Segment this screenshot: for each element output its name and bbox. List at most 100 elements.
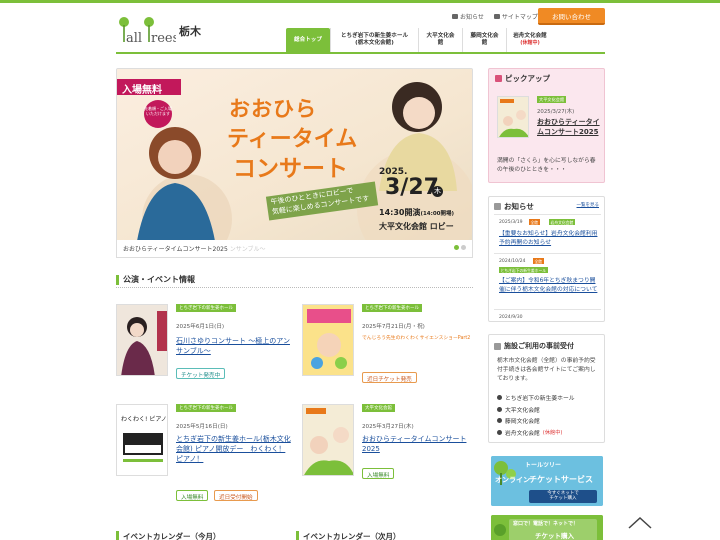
pickup-date: 2025/3/27(木) [537,109,575,115]
event-venue-tag: 大平文化会館 [362,404,395,412]
svg-text:rees: rees [151,31,176,44]
event-card[interactable]: 大平文化会館 2025年3月27日(木) おおひらティータイムコンサート2025… [302,404,480,504]
slider-dots [454,245,466,250]
news-tag: とちぎ岩下の新生姜ホール [499,267,548,273]
news-tag: 全館 [529,219,540,225]
event-title-link[interactable]: でんじろう先生のわくわくサイエンスショーPart2 [362,336,478,343]
reservation-venue-link[interactable]: 大平文化会館 [497,404,601,416]
event-photo [117,305,167,375]
city-label: 栃木 [179,25,201,38]
contact-button[interactable]: お問い合わせ [538,8,605,25]
news-more-link[interactable]: 一覧を見る [577,202,600,208]
bullet-icon [497,395,502,401]
megaphone-icon [452,14,458,19]
news-heading: お知らせ [494,201,534,212]
bullet-icon [497,406,502,412]
event-card[interactable]: とちぎ岩下の新生姜ホール 2025年7月21日(月・祝) でんじろう先生のわくわ… [302,304,480,404]
banner-buy-button: 今すぐネットで チケット購入 [547,491,579,502]
event-thumbnail[interactable] [302,304,354,376]
news-tag: 全館 [533,258,544,264]
divider [494,309,601,310]
event-date: 2025年3月27日(木) [362,424,414,430]
events-section-heading: 公演・イベント情報 [116,272,473,288]
tall-trees-logo-icon: all rees [119,17,176,44]
hero-date: 3/27 [385,175,439,200]
event-status-badge: 近日受付開始 [214,490,258,501]
event-thumbnail[interactable] [302,404,354,476]
ticket-purchase-banner[interactable]: 窓口で！電話で！ネットで！ チケット購入 [491,515,603,540]
slider-dot[interactable] [461,245,466,250]
reservation-description: 栃木市文化会館（全館）の事前予約受付手続きは各会館サイトにてご案内しております。 [497,358,596,382]
calendar-heading-this-month: イベントカレンダー（今月） [116,530,221,540]
svg-text:わくわく! ピアノ!: わくわく! ピアノ! [121,416,168,423]
event-thumbnail[interactable] [116,304,168,376]
banner2-line2: チケット購入 [535,532,574,540]
event-status-badge: 入場無料 [176,490,209,501]
reservation-venue-link[interactable]: 藤岡文化会館 [497,415,601,427]
global-nav: 総合トップ とちぎ岩下の新生姜ホール (栃木文化会館) 大平文化会館 藤岡文化会館… [286,28,553,52]
heading-accent [495,75,502,82]
pickup-venue-tag: 大平文化会館 [537,96,567,103]
news-item-link[interactable]: 【ご案内】令和6年とちぎ秋まつり開催に伴う栃木文化会館の対応について [499,277,599,294]
nav-tab-tochigi-hall[interactable]: とちぎ岩下の新生姜ホール (栃木文化会館) [330,28,418,52]
svg-text:all: all [126,31,142,44]
event-status-badge: 近日チケット発売 [362,372,417,383]
pickup-photo [498,97,528,137]
event-venue-tag: とちぎ岩下の新生姜ホール [176,404,236,412]
reservation-heading: 施設ご利用の事前受付 [494,341,574,351]
hero-slide[interactable]: 入場無料 先着順・ご入場いただけます おおひら ティータイム コンサート 午後の… [116,68,473,258]
sitemap-link[interactable]: サイトマップ [493,12,538,21]
event-card[interactable]: とちぎ岩下の新生姜ホール 2025年6月1日(日) 石川さゆりコンサート ～極上… [116,304,294,404]
hero-title-line3: コンサート [233,156,348,182]
news-date: 2025/3/19 [499,220,523,225]
pickup-description: 満開の「さくら」を心に写しながら春の午後のひとときを・・・ [497,158,596,173]
pickup-heading: ピックアップ [495,73,550,84]
hero-time: 14:30開演(14:00開場) [379,208,455,217]
chevron-up-icon [628,516,652,529]
slider-dot[interactable] [454,245,459,250]
news-date: 2024/9/30 [499,315,523,320]
event-photo [303,305,353,375]
nav-tab-top[interactable]: 総合トップ [286,28,330,52]
bullet-icon [497,418,502,424]
banner-line1: オンライン [495,476,530,484]
heading-accent [296,531,299,540]
nav-tab-ohira[interactable]: 大平文化会館 [418,28,462,52]
reservation-venue-link[interactable]: とちぎ岩下の新生姜ホール [497,392,601,404]
nav-underline [116,52,605,54]
news-tag: 岩舟文化会館 [549,219,575,225]
event-venue-tag: とちぎ岩下の新生姜ホール [176,304,236,312]
event-thumbnail[interactable]: わくわく! ピアノ! [116,404,168,476]
banner-brand: トールツリー [525,462,562,469]
event-card[interactable]: わくわく! ピアノ! とちぎ岩下の新生姜ホール 2025年5月16日(日) とち… [116,404,294,504]
hero-caption: おおひらティータイムコンサート2025 ンサンブル～ [116,240,473,258]
event-date: 2025年7月21日(月・祝) [362,324,425,330]
reservation-venue-list: とちぎ岩下の新生姜ホール 大平文化会館 藤岡文化会館 岩舟文化会館 (休館中) [497,392,601,438]
news-panel: お知らせ 一覧を見る 2025/3/19 全館 岩舟文化会館 【重要なお知らせ】… [488,196,605,322]
pickup-title-link[interactable]: おおひらティータイムコンサート2025 [537,118,603,138]
page-top-button[interactable] [626,512,654,532]
event-title-link[interactable]: とちぎ岩下の新生姜ホール(栃木文化会館) ピアノ開放デー わくわく！ピアノ！ [176,434,292,464]
nav-tab-iwafune[interactable]: 岩舟文化会館 (休館中) [506,28,553,52]
event-venue-tag: とちぎ岩下の新生姜ホール [362,304,422,312]
event-status-badge: チケット発売中 [176,368,226,379]
site-logo[interactable]: all rees 栃木 [116,14,201,44]
utility-links: お知らせ サイトマップ [452,12,538,21]
hero-first-come-badge: 先着順・ご入場いただけます [144,100,172,128]
calendar-heading-next-month: イベントカレンダー（次月） [296,530,401,540]
event-status-badge: 入場無料 [362,468,395,479]
heading-accent [494,342,501,350]
online-ticket-banner[interactable]: トールツリー オンライン チケットサービス 今すぐネットで チケット購入 [491,456,603,506]
news-item-link[interactable]: 【重要なお知らせ】岩舟文化会館利用予約再開のお知らせ [499,230,599,247]
pickup-thumbnail[interactable] [497,96,529,138]
hero-free-ribbon: 入場無料 [122,85,162,96]
banner-line2: チケットサービス [529,475,593,484]
news-date: 2024/10/24 [499,259,526,264]
event-date: 2025年5月16日(日) [176,424,228,430]
reservation-venue-link[interactable]: 岩舟文化会館 (休館中) [497,427,601,439]
event-title-link[interactable]: 石川さゆりコンサート ～極上のアンサンブル～ [176,336,292,356]
heading-accent [494,203,501,210]
event-title-link[interactable]: おおひらティータイムコンサート2025 [362,434,478,454]
news-link[interactable]: お知らせ [452,12,484,21]
nav-tab-fujioka[interactable]: 藤岡文化会館 [462,28,506,52]
